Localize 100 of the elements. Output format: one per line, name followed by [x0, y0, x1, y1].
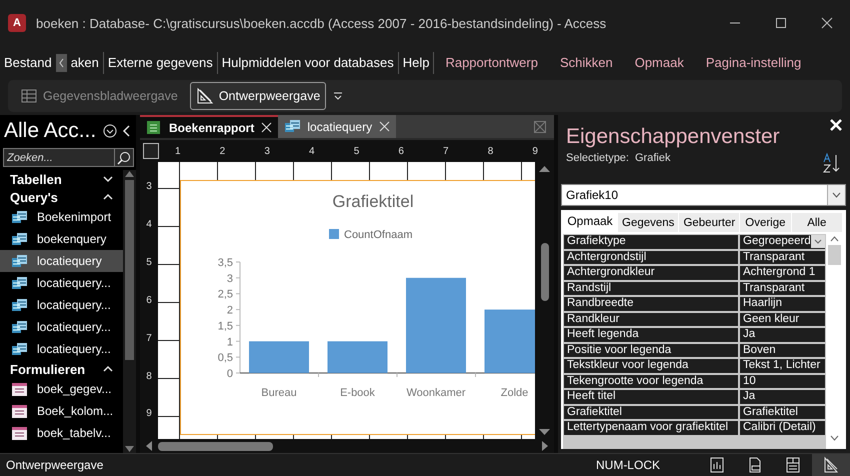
ruler-number: 4: [309, 146, 315, 156]
scrollbar-thumb[interactable]: [828, 245, 840, 265]
property-name: Randkleur: [564, 312, 738, 326]
query-icon: [284, 119, 300, 134]
selection-type-label: Selectietype:: [566, 152, 629, 164]
chevron-down-icon: [832, 192, 841, 198]
ribbon-tab[interactable]: Bestand: [0, 53, 56, 73]
property-value[interactable]: Geen kleur: [740, 312, 825, 326]
nav-item[interactable]: locatiequery...: [0, 338, 123, 360]
item-label: boekenquery: [37, 232, 106, 246]
property-value[interactable]: 10: [740, 374, 825, 388]
property-value[interactable]: Boven: [740, 344, 825, 357]
ribbon-tab[interactable]: Hulpmiddelen voor databases: [218, 53, 398, 73]
item-label: boek_tabelv...: [37, 426, 111, 440]
search-field[interactable]: Zoeken...: [3, 148, 115, 167]
scroll-left-icon[interactable]: [56, 54, 67, 72]
ruler-number: 7: [443, 146, 449, 156]
query-icon: [11, 342, 28, 356]
nav-item[interactable]: Boek_kolom...: [0, 400, 123, 422]
group-header[interactable]: Query's: [10, 190, 103, 204]
close-icon[interactable]: [821, 17, 833, 29]
ruler-number: 3: [264, 146, 270, 156]
document-tab[interactable]: Boekenrapport: [140, 115, 278, 138]
item-label: locatiequery: [37, 254, 102, 268]
ribbon-tab[interactable]: aken: [66, 53, 103, 73]
property-tab[interactable]: Overige: [740, 213, 791, 232]
property-name: Randstijl: [564, 282, 738, 295]
nav-item[interactable]: boek_gegev...: [0, 378, 123, 400]
close-icon[interactable]: [261, 122, 272, 133]
ruler-number: 8: [146, 370, 152, 382]
property-value[interactable]: Grafiektitel: [740, 406, 825, 419]
scrollbar-thumb[interactable]: [540, 243, 548, 301]
property-value[interactable]: Transparant: [740, 282, 825, 295]
chart[interactable]: Grafiektitel CountOfnaam 0 0,5 1 1,5 2 2,5 3 3,5 Bureau E-book Woonkamer Zolde: [180, 180, 535, 435]
ruler-number: 7: [146, 332, 152, 344]
property-value[interactable]: Tekst 1, Lichter: [740, 359, 825, 372]
property-value[interactable]: Ja: [740, 328, 825, 342]
property-value[interactable]: Transparant: [740, 250, 825, 264]
close-document-icon[interactable]: [534, 120, 546, 132]
table-icon: [20, 87, 38, 105]
query-icon: [11, 276, 28, 290]
property-value[interactable]: Calibri (Detail): [740, 421, 825, 434]
property-name: Randbreedte: [564, 297, 738, 310]
select-report-box[interactable]: [143, 143, 159, 159]
property-name: Grafiektitel: [564, 406, 738, 419]
nav-item[interactable]: locatiequery: [0, 250, 123, 272]
group-header[interactable]: Formulieren: [10, 362, 103, 376]
property-tab[interactable]: Alle: [792, 213, 842, 232]
window-title: boeken : Database- C:\gratiscursus\boeken.accdb (Access 2007 - 2016-bestandsindeling) - Access: [36, 16, 608, 30]
category-label: Woonkamer: [406, 387, 466, 399]
axis-label: 0,5: [218, 352, 233, 364]
property-value[interactable]: Achtergrond 1: [740, 266, 825, 280]
scroll-up-icon: [830, 236, 838, 242]
ribbon-tab[interactable]: Rapportontwerp: [434, 53, 549, 73]
form-icon: [11, 404, 28, 418]
app-logo: A: [8, 14, 26, 32]
query-icon: [11, 298, 28, 312]
property-name: Tekstkleur voor legenda: [564, 359, 738, 372]
selection-type: Grafiek: [634, 152, 670, 164]
scroll-up-icon: [125, 170, 134, 178]
ribbon-tab[interactable]: Opmaak: [624, 53, 695, 73]
document-tab[interactable]: locatiequery: [278, 115, 396, 138]
query-icon: [11, 232, 28, 246]
property-tab[interactable]: Gebeurter: [679, 213, 740, 232]
ribbon-tab[interactable]: Pagina-instelling: [694, 53, 812, 73]
property-name: Heeft titel: [564, 390, 738, 404]
maximize-icon[interactable]: [775, 17, 787, 29]
ruler-number: 8: [488, 146, 494, 156]
nav-item[interactable]: locatiequery...: [0, 316, 123, 338]
nav-item[interactable]: locatiequery...: [0, 272, 123, 294]
nav-item[interactable]: boekenquery: [0, 228, 123, 250]
dropdown-icon[interactable]: [103, 124, 117, 138]
design-view-button[interactable]: Ontwerpweergave: [190, 82, 326, 110]
num-lock-indicator: NUM-LOCK: [596, 458, 660, 472]
property-value[interactable]: Ja: [740, 390, 825, 404]
item-label: Boek_kolom...: [37, 404, 114, 418]
bar: [249, 341, 309, 373]
pane-title: Alle Acc...: [4, 119, 98, 143]
chart-title: Grafiektitel: [332, 192, 414, 211]
search-icon: [117, 150, 131, 164]
property-name: Heeft legenda: [564, 328, 738, 342]
scrollbar-thumb[interactable]: [125, 180, 134, 360]
nav-item[interactable]: boek_tabelv...: [0, 422, 123, 444]
more-commands-icon[interactable]: [332, 90, 344, 102]
ribbon-tab[interactable]: Externe gegevens: [104, 53, 217, 73]
axis-label: 2: [226, 304, 233, 317]
collapse-icon[interactable]: [122, 124, 132, 138]
group-header[interactable]: Tabellen: [10, 172, 103, 186]
scrollbar-thumb[interactable]: [158, 442, 273, 450]
nav-item[interactable]: locatiequery...: [0, 294, 123, 316]
ribbon-tab[interactable]: Help: [398, 53, 434, 73]
view-button[interactable]: [812, 454, 850, 476]
object-dropdown[interactable]: Grafiek10: [561, 184, 846, 206]
report-icon: [146, 120, 162, 135]
sort-icon[interactable]: [822, 152, 842, 174]
nav-item[interactable]: Boekenimport: [0, 206, 123, 228]
search-button[interactable]: [115, 148, 134, 167]
ribbon-tab[interactable]: Schikken: [548, 53, 624, 73]
property-tab[interactable]: Gegevens: [618, 213, 678, 232]
property-value[interactable]: Haarlijn: [740, 297, 825, 310]
